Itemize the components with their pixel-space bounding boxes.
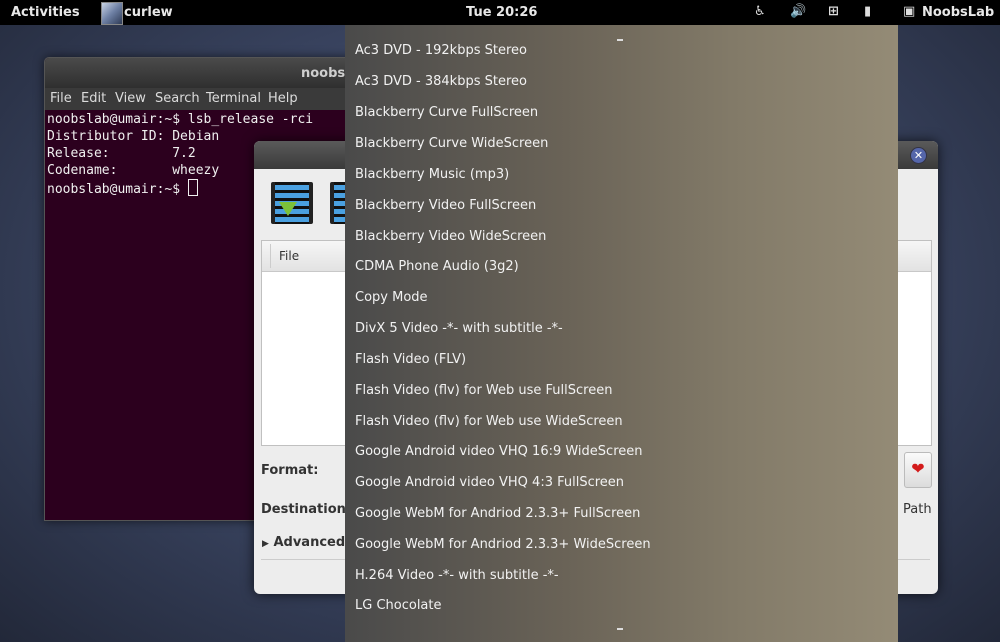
advanced-expander[interactable]: ▶ Advanced	[262, 535, 345, 550]
app-menu-label[interactable]: curlew	[124, 5, 173, 20]
terminal-line: noobslab@umair:~$ lsb_release -rci	[47, 112, 314, 127]
volume-icon[interactable]: 🔊	[790, 4, 806, 19]
column-separator	[270, 244, 271, 268]
text-cursor	[187, 179, 198, 196]
terminal-title: noobsl	[301, 66, 350, 81]
menu-item[interactable]: Blackberry Music (mp3)	[355, 167, 509, 182]
menu-item[interactable]: Ac3 DVD - 192kbps Stereo	[355, 43, 527, 58]
menu-item[interactable]: Copy Mode	[355, 290, 428, 305]
clock[interactable]: Tue 20:26	[466, 5, 537, 20]
menu-item[interactable]: Google Android video VHQ 16:9 WideScreen	[355, 444, 643, 459]
scroll-down-arrow[interactable]	[617, 628, 623, 630]
menu-item[interactable]: DivX 5 Video -*- with subtitle -*-	[355, 321, 563, 336]
menu-help[interactable]: Help	[268, 91, 298, 106]
menu-item[interactable]: Google WebM for Andriod 2.3.3+ WideScree…	[355, 537, 651, 552]
expander-arrow-icon: ▶	[262, 539, 269, 549]
menu-edit[interactable]: Edit	[81, 91, 106, 106]
menu-item[interactable]: Blackberry Curve FullScreen	[355, 105, 538, 120]
menu-item[interactable]: Flash Video (FLV)	[355, 352, 466, 367]
menu-item[interactable]: Blackberry Video FullScreen	[355, 198, 536, 213]
format-label: Format:	[261, 463, 319, 478]
menu-item[interactable]: CDMA Phone Audio (3g2)	[355, 259, 519, 274]
heart-icon: ❤	[911, 459, 925, 478]
accessibility-icon[interactable]: ♿	[754, 4, 766, 19]
favorite-button[interactable]: ❤	[904, 452, 932, 488]
close-button[interactable]: ✕	[910, 147, 927, 164]
terminal-menubar: File Edit View Search Terminal Help	[45, 88, 365, 110]
destination-label: Destination:	[261, 502, 352, 517]
curlew-app-icon[interactable]	[101, 2, 123, 25]
battery-icon[interactable]: ▮	[864, 4, 871, 19]
add-file-icon[interactable]	[271, 182, 313, 224]
scroll-up-arrow[interactable]	[617, 39, 623, 41]
advanced-label: Advanced	[273, 535, 346, 550]
menu-item[interactable]: Flash Video (flv) for Web use FullScreen	[355, 383, 612, 398]
user-menu[interactable]: NoobsLab	[922, 5, 994, 20]
menu-item[interactable]: H.264 Video -*- with subtitle -*-	[355, 568, 559, 583]
terminal-titlebar[interactable]: noobsl	[45, 58, 365, 88]
terminal-prompt: noobslab@umair:~$	[47, 182, 188, 197]
arrow-down-icon	[279, 202, 297, 216]
menu-terminal[interactable]: Terminal	[206, 91, 261, 106]
column-file[interactable]: File	[279, 249, 299, 263]
network-icon[interactable]: ⊞	[828, 4, 839, 19]
activities-button[interactable]: Activities	[11, 5, 80, 20]
menu-item[interactable]: Blackberry Video WideScreen	[355, 229, 546, 244]
menu-search[interactable]: Search	[155, 91, 200, 106]
menu-item[interactable]: Ac3 DVD - 384kbps Stereo	[355, 74, 527, 89]
top-bar: Activities curlew Tue 20:26 ♿ 🔊 ⊞ ▮ ▣ No…	[0, 0, 1000, 25]
menu-item[interactable]: Blackberry Curve WideScreen	[355, 136, 548, 151]
user-icon[interactable]: ▣	[903, 4, 915, 19]
menu-file[interactable]: File	[50, 91, 72, 106]
menu-view[interactable]: View	[115, 91, 146, 106]
path-button[interactable]: Path	[903, 502, 932, 517]
format-dropdown-menu[interactable]: Ac3 DVD - 192kbps Stereo Ac3 DVD - 384kb…	[345, 25, 898, 642]
menu-item[interactable]: Google WebM for Andriod 2.3.3+ FullScree…	[355, 506, 640, 521]
menu-item[interactable]: Flash Video (flv) for Web use WideScreen	[355, 414, 623, 429]
menu-item[interactable]: Google Android video VHQ 4:3 FullScreen	[355, 475, 624, 490]
menu-item[interactable]: LG Chocolate	[355, 598, 442, 613]
